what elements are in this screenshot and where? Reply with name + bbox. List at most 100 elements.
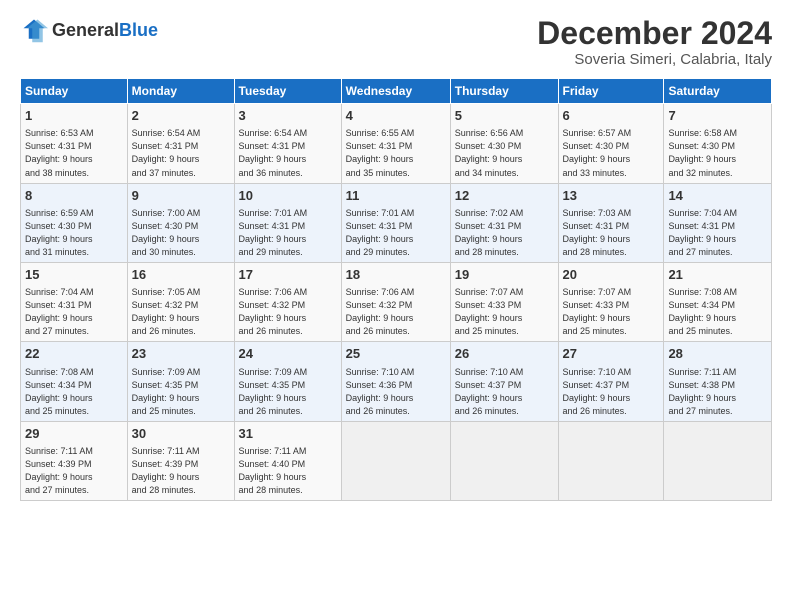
day-info: Sunrise: 7:11 AM Sunset: 4:38 PM Dayligh… — [668, 366, 767, 418]
table-row: 18 Sunrise: 7:06 AM Sunset: 4:32 PM Dayli… — [341, 262, 450, 341]
table-row: 19 Sunrise: 7:07 AM Sunset: 4:33 PM Dayli… — [450, 262, 558, 341]
table-row: 3 Sunrise: 6:54 AM Sunset: 4:31 PM Daylig… — [234, 104, 341, 183]
day-info: Sunrise: 7:06 AM Sunset: 4:32 PM Dayligh… — [239, 286, 337, 338]
table-row: 21 Sunrise: 7:08 AM Sunset: 4:34 PM Dayli… — [664, 262, 772, 341]
day-info: Sunrise: 6:55 AM Sunset: 4:31 PM Dayligh… — [346, 127, 446, 179]
logo-icon — [20, 16, 48, 44]
week-row: 1 Sunrise: 6:53 AM Sunset: 4:31 PM Daylig… — [21, 104, 772, 183]
day-number: 15 — [25, 266, 123, 284]
table-row: 11 Sunrise: 7:01 AM Sunset: 4:31 PM Dayli… — [341, 183, 450, 262]
table-row — [558, 421, 664, 500]
table-row: 16 Sunrise: 7:05 AM Sunset: 4:32 PM Dayli… — [127, 262, 234, 341]
table-row — [664, 421, 772, 500]
day-number: 27 — [563, 345, 660, 363]
day-info: Sunrise: 7:07 AM Sunset: 4:33 PM Dayligh… — [455, 286, 554, 338]
day-info: Sunrise: 6:53 AM Sunset: 4:31 PM Dayligh… — [25, 127, 123, 179]
header: GeneralBlue December 2024 Soveria Simeri… — [20, 16, 772, 68]
day-number: 25 — [346, 345, 446, 363]
day-number: 18 — [346, 266, 446, 284]
logo-general: General — [52, 20, 119, 40]
col-monday: Monday — [127, 79, 234, 104]
day-number: 6 — [563, 107, 660, 125]
table-row: 20 Sunrise: 7:07 AM Sunset: 4:33 PM Dayli… — [558, 262, 664, 341]
day-number: 11 — [346, 187, 446, 205]
day-info: Sunrise: 7:07 AM Sunset: 4:33 PM Dayligh… — [563, 286, 660, 338]
calendar-table: Sunday Monday Tuesday Wednesday Thursday… — [20, 78, 772, 501]
page: GeneralBlue December 2024 Soveria Simeri… — [0, 0, 792, 612]
day-info: Sunrise: 7:04 AM Sunset: 4:31 PM Dayligh… — [668, 207, 767, 259]
day-info: Sunrise: 7:11 AM Sunset: 4:39 PM Dayligh… — [25, 445, 123, 497]
day-number: 10 — [239, 187, 337, 205]
col-friday: Friday — [558, 79, 664, 104]
day-number: 20 — [563, 266, 660, 284]
day-number: 19 — [455, 266, 554, 284]
day-number: 28 — [668, 345, 767, 363]
day-info: Sunrise: 6:57 AM Sunset: 4:30 PM Dayligh… — [563, 127, 660, 179]
day-number: 31 — [239, 425, 337, 443]
day-number: 4 — [346, 107, 446, 125]
table-row: 22 Sunrise: 7:08 AM Sunset: 4:34 PM Dayli… — [21, 342, 128, 421]
day-info: Sunrise: 7:11 AM Sunset: 4:40 PM Dayligh… — [239, 445, 337, 497]
week-row: 29 Sunrise: 7:11 AM Sunset: 4:39 PM Dayli… — [21, 421, 772, 500]
day-info: Sunrise: 6:54 AM Sunset: 4:31 PM Dayligh… — [239, 127, 337, 179]
day-number: 9 — [132, 187, 230, 205]
day-info: Sunrise: 7:08 AM Sunset: 4:34 PM Dayligh… — [25, 366, 123, 418]
day-number: 29 — [25, 425, 123, 443]
day-number: 12 — [455, 187, 554, 205]
table-row: 30Sunrise: 7:11 AM Sunset: 4:39 PM Dayli… — [127, 421, 234, 500]
day-number: 8 — [25, 187, 123, 205]
table-row: 12 Sunrise: 7:02 AM Sunset: 4:31 PM Dayli… — [450, 183, 558, 262]
day-number: 2 — [132, 107, 230, 125]
table-row: 28 Sunrise: 7:11 AM Sunset: 4:38 PM Dayli… — [664, 342, 772, 421]
day-number: 23 — [132, 345, 230, 363]
day-info: Sunrise: 7:01 AM Sunset: 4:31 PM Dayligh… — [239, 207, 337, 259]
day-number: 21 — [668, 266, 767, 284]
logo: GeneralBlue — [20, 16, 158, 44]
table-row: 6 Sunrise: 6:57 AM Sunset: 4:30 PM Daylig… — [558, 104, 664, 183]
day-number: 30 — [132, 425, 230, 443]
day-info: Sunrise: 7:05 AM Sunset: 4:32 PM Dayligh… — [132, 286, 230, 338]
table-row: 8Sunrise: 6:59 AM Sunset: 4:30 PM Daylig… — [21, 183, 128, 262]
title-block: December 2024 Soveria Simeri, Calabria, … — [537, 16, 772, 68]
day-number: 1 — [25, 107, 123, 125]
table-row: 27 Sunrise: 7:10 AM Sunset: 4:37 PM Dayli… — [558, 342, 664, 421]
day-number: 26 — [455, 345, 554, 363]
day-info: Sunrise: 7:02 AM Sunset: 4:31 PM Dayligh… — [455, 207, 554, 259]
col-wednesday: Wednesday — [341, 79, 450, 104]
day-info: Sunrise: 7:03 AM Sunset: 4:31 PM Dayligh… — [563, 207, 660, 259]
day-info: Sunrise: 7:10 AM Sunset: 4:37 PM Dayligh… — [563, 366, 660, 418]
day-number: 16 — [132, 266, 230, 284]
month-year-title: December 2024 — [537, 16, 772, 51]
logo-text: GeneralBlue — [52, 20, 158, 41]
day-info: Sunrise: 7:06 AM Sunset: 4:32 PM Dayligh… — [346, 286, 446, 338]
table-row: 13 Sunrise: 7:03 AM Sunset: 4:31 PM Dayli… — [558, 183, 664, 262]
col-tuesday: Tuesday — [234, 79, 341, 104]
col-sunday: Sunday — [21, 79, 128, 104]
day-info: Sunrise: 7:04 AM Sunset: 4:31 PM Dayligh… — [25, 286, 123, 338]
table-row: 23Sunrise: 7:09 AM Sunset: 4:35 PM Dayli… — [127, 342, 234, 421]
table-row: 5 Sunrise: 6:56 AM Sunset: 4:30 PM Daylig… — [450, 104, 558, 183]
logo-blue: Blue — [119, 20, 158, 40]
table-row: 25 Sunrise: 7:10 AM Sunset: 4:36 PM Dayli… — [341, 342, 450, 421]
day-number: 14 — [668, 187, 767, 205]
day-info: Sunrise: 7:10 AM Sunset: 4:36 PM Dayligh… — [346, 366, 446, 418]
table-row: 7Sunrise: 6:58 AM Sunset: 4:30 PM Daylig… — [664, 104, 772, 183]
table-row: 14 Sunrise: 7:04 AM Sunset: 4:31 PM Dayli… — [664, 183, 772, 262]
day-number: 3 — [239, 107, 337, 125]
table-row: 4 Sunrise: 6:55 AM Sunset: 4:31 PM Daylig… — [341, 104, 450, 183]
day-number: 13 — [563, 187, 660, 205]
table-row: 26 Sunrise: 7:10 AM Sunset: 4:37 PM Dayli… — [450, 342, 558, 421]
table-row: 10 Sunrise: 7:01 AM Sunset: 4:31 PM Dayli… — [234, 183, 341, 262]
day-number: 22 — [25, 345, 123, 363]
table-row: 15 Sunrise: 7:04 AM Sunset: 4:31 PM Dayli… — [21, 262, 128, 341]
day-info: Sunrise: 6:58 AM Sunset: 4:30 PM Dayligh… — [668, 127, 767, 179]
day-info: Sunrise: 7:08 AM Sunset: 4:34 PM Dayligh… — [668, 286, 767, 338]
day-info: Sunrise: 6:56 AM Sunset: 4:30 PM Dayligh… — [455, 127, 554, 179]
day-number: 5 — [455, 107, 554, 125]
header-row: Sunday Monday Tuesday Wednesday Thursday… — [21, 79, 772, 104]
day-info: Sunrise: 7:01 AM Sunset: 4:31 PM Dayligh… — [346, 207, 446, 259]
day-info: Sunrise: 6:54 AM Sunset: 4:31 PM Dayligh… — [132, 127, 230, 179]
week-row: 22 Sunrise: 7:08 AM Sunset: 4:34 PM Dayli… — [21, 342, 772, 421]
day-info: Sunrise: 7:10 AM Sunset: 4:37 PM Dayligh… — [455, 366, 554, 418]
location-subtitle: Soveria Simeri, Calabria, Italy — [537, 51, 772, 68]
